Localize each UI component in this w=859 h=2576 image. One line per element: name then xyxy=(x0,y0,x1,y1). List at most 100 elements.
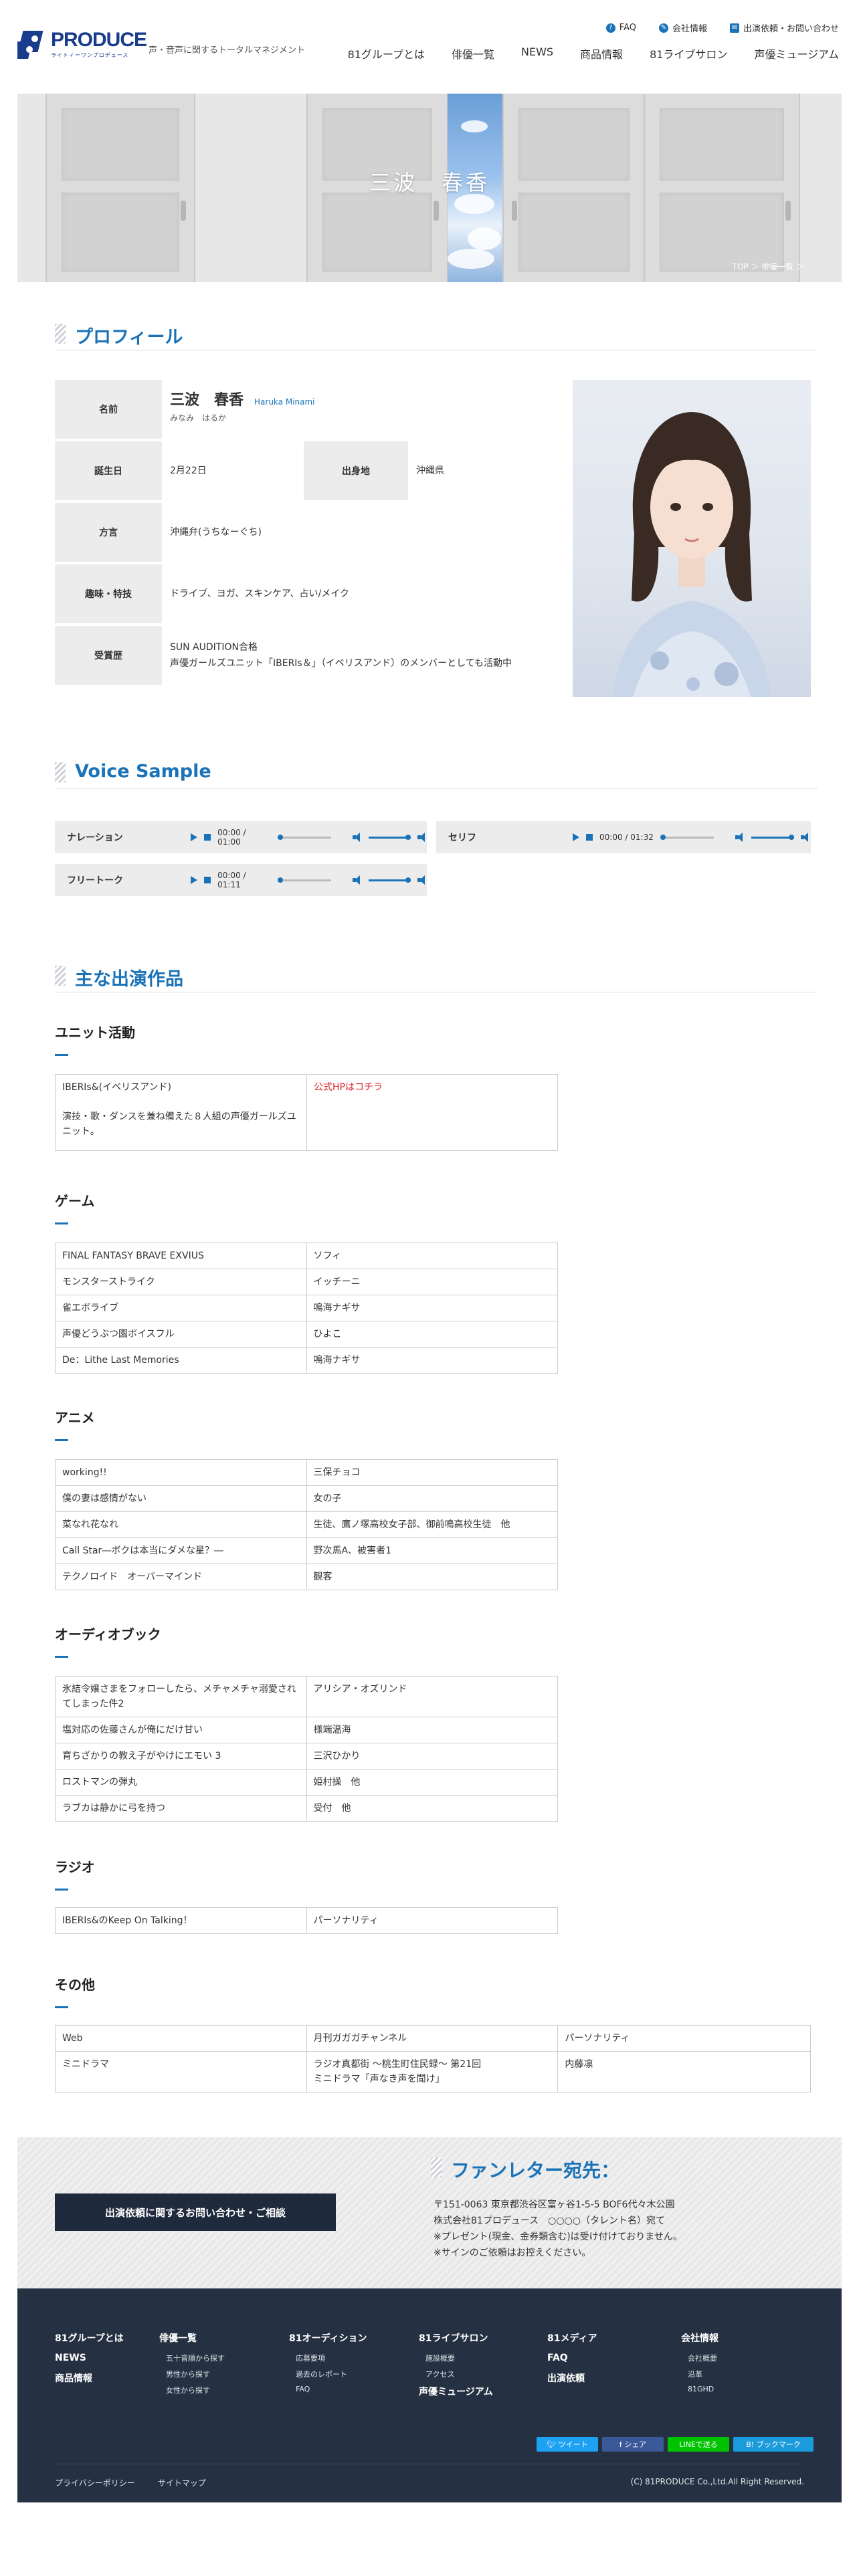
footer-sub-link[interactable]: 男性から探す xyxy=(166,2369,225,2379)
speaker-max-icon[interactable] xyxy=(417,875,427,885)
question-icon: ? xyxy=(605,23,615,33)
bookmark-button[interactable]: B! ブックマーク xyxy=(733,2437,814,2452)
utility-nav: ? FAQ ✎ 会社情報 ✉ 出演依頼・お問い合わせ xyxy=(605,21,839,34)
site-logo[interactable]: PRODUCE ライトィーワンプロデュース xyxy=(12,27,147,62)
footer-sub-link[interactable]: 過去のレポート xyxy=(296,2369,367,2379)
play-icon[interactable] xyxy=(191,833,198,841)
table-row: 氷結令嬢さまをフォローしたら、メチャメチャ溺愛されてしまった件2 アリシア・オズリ… xyxy=(55,1676,558,1717)
contact-section: 出演依頼に関するお問い合わせ・ご相談 ファンレター宛先： 〒151-0063 東… xyxy=(17,2137,842,2288)
volume-slider[interactable] xyxy=(368,834,411,840)
footer-col-head[interactable]: 81オーディション xyxy=(289,2331,367,2345)
table-row: ラブカは静かに弓を持つ 受付 他 xyxy=(55,1795,558,1822)
actor-name-roman: Haruka Minami xyxy=(254,397,315,407)
game-cell: 雀エボライブ xyxy=(55,1295,307,1321)
footer-sub-link[interactable]: 施設概要 xyxy=(425,2353,493,2363)
speaker-icon[interactable] xyxy=(352,833,362,842)
nav-products[interactable]: 商品情報 xyxy=(580,45,623,62)
privacy-link[interactable]: プライバシーポリシー xyxy=(55,2477,135,2488)
footer-sub-link[interactable]: 81GHD xyxy=(688,2385,719,2393)
util-contact[interactable]: ✉ 出演依頼・お問い合わせ xyxy=(729,21,839,34)
audio-cell: 三沢ひかり xyxy=(306,1743,558,1769)
line-share-button[interactable]: LINEで送る xyxy=(668,2437,729,2452)
audiobook-table: 氷結令嬢さまをフォローしたら、メチャメチャ溺愛されてしまった件2 アリシア・オズリ… xyxy=(55,1676,558,1822)
footer-sub-link[interactable]: FAQ xyxy=(296,2385,367,2393)
footer-col-head[interactable]: NEWS xyxy=(55,2353,124,2363)
footer-sub-link[interactable]: アクセス xyxy=(425,2369,493,2379)
util-faq-label: FAQ xyxy=(619,23,636,33)
footer-col-head[interactable]: 会社情報 xyxy=(681,2331,719,2345)
audio-cell: 育ちざかりの教え子がやけにエモい 3 xyxy=(55,1743,307,1769)
footer-sub-link[interactable]: 会社概要 xyxy=(688,2353,719,2363)
birthday-label: 誕生日 xyxy=(55,441,162,500)
award-line-2: 声優ガールズユニット「IBERIs＆」（イベリスアンド）のメンバーとしても活動中 xyxy=(170,658,512,669)
play-icon[interactable] xyxy=(191,876,198,884)
footer-col-head[interactable]: 81グループとは xyxy=(55,2331,124,2345)
play-icon[interactable] xyxy=(573,833,579,841)
speaker-icon[interactable] xyxy=(352,875,362,885)
speaker-max-icon[interactable] xyxy=(800,833,810,842)
table-row: IBERIs&のKeep On Talking！ パーソナリティ xyxy=(55,1907,559,1934)
heading-mark-icon xyxy=(55,762,66,782)
util-faq[interactable]: ? FAQ xyxy=(605,21,636,34)
footer-col-head[interactable]: 出演依頼 xyxy=(547,2371,597,2385)
stop-icon[interactable] xyxy=(204,877,211,883)
speaker-icon[interactable] xyxy=(735,833,745,842)
footer-col-head[interactable]: 81ライブサロン xyxy=(419,2331,493,2345)
page: PRODUCE ライトィーワンプロデュース 声・音声に関するトータルマネジメント… xyxy=(0,0,859,2576)
footer-col-head[interactable]: 声優ミュージアム xyxy=(419,2385,493,2398)
radio-heading: ラジオ xyxy=(55,1859,95,1875)
nav-live-salon[interactable]: 81ライブサロン xyxy=(650,45,727,62)
unit-official-link[interactable]: 公式HPはコチラ xyxy=(314,1082,383,1093)
fanletter-line: ※サインのご依頼はお控えください。 xyxy=(434,2248,591,2258)
stop-icon[interactable] xyxy=(204,834,211,841)
footer-sub-link[interactable]: 応募要項 xyxy=(296,2353,367,2363)
contact-button[interactable]: 出演依頼に関するお問い合わせ・ご相談 xyxy=(55,2193,336,2231)
footer-sub-link[interactable]: 五十音順から探す xyxy=(166,2353,225,2363)
footer-sub-link[interactable]: 沿革 xyxy=(688,2369,719,2379)
util-company[interactable]: ✎ 会社情報 xyxy=(658,21,707,34)
radio-cell: IBERIs&のKeep On Talking！ xyxy=(55,1907,307,1934)
footer-col: 81オーディション応募要項過去のレポート FAQ xyxy=(289,2331,367,2399)
birthplace-label: 出身地 xyxy=(304,441,408,500)
nav-actors[interactable]: 俳優一覧 xyxy=(452,45,494,62)
game-table: FINAL FANTASY BRAVE EXVIUS ソフィ モンスターストライクイ… xyxy=(55,1243,559,1374)
profile-row-name: 名前 三波 春香 Haruka Minami みなみ はるか xyxy=(55,380,563,439)
voice-label: ナレーション xyxy=(67,833,123,843)
volume-slider[interactable] xyxy=(751,834,794,840)
audiobook-heading: オーディオブック xyxy=(55,1626,161,1642)
stop-icon[interactable] xyxy=(586,834,593,841)
nav-museum[interactable]: 声優ミュージアム xyxy=(754,45,839,62)
footer-col-head[interactable]: 商品情報 xyxy=(55,2371,124,2385)
sitemap-link[interactable]: サイトマップ xyxy=(158,2477,206,2488)
seek-slider[interactable] xyxy=(278,877,331,883)
speaker-max-icon[interactable] xyxy=(417,833,427,842)
tagline: 声・音声に関するトータルマネジメント xyxy=(149,45,306,56)
logo-word: PRODUCE xyxy=(51,28,147,51)
seek-slider[interactable] xyxy=(278,834,331,840)
tweet-button[interactable]: 🐦︎ ツイート xyxy=(537,2437,598,2452)
dialect-label: 方言 xyxy=(55,503,162,562)
seek-slider[interactable] xyxy=(660,834,714,840)
footer-col-head[interactable]: 俳優一覧 xyxy=(159,2331,225,2345)
footer-col-head[interactable]: FAQ xyxy=(547,2353,597,2363)
heading-underline xyxy=(55,1054,68,1056)
facebook-share-button[interactable]: f シェア xyxy=(602,2437,664,2452)
table-row: working!! 三保チョコ xyxy=(55,1459,559,1486)
profile-row-birth: 誕生日 2月22日 出身地 沖縄県 xyxy=(55,441,563,500)
birthplace-value: 沖縄県 xyxy=(416,465,444,476)
nav-news[interactable]: NEWS xyxy=(521,45,553,62)
breadcrumb[interactable]: TOP ＞ 俳優一覧 ＞ xyxy=(733,261,804,272)
util-company-label: 会社情報 xyxy=(672,24,707,34)
nav-about[interactable]: 81グループとは xyxy=(348,45,425,62)
hero-title: 三波 春香 xyxy=(369,170,490,195)
actor-name: 三波 春香 xyxy=(170,392,244,409)
footer-sub-link[interactable]: 女性から探す xyxy=(166,2385,225,2395)
voice-player-narration: ナレーション 00:00 / 01:00 xyxy=(55,821,427,853)
heading-underline xyxy=(55,1439,68,1441)
profile-title: プロフィール xyxy=(75,327,183,348)
footer-col-head[interactable]: 81メディア xyxy=(547,2331,597,2345)
footer-col: 俳優一覧五十音順から探す 男性から探す 女性から探す xyxy=(159,2331,225,2401)
volume-slider[interactable] xyxy=(368,877,411,883)
anime-cell: 生徒、鷹ノ塚高校女子部、御前鳴高校生徒 他 xyxy=(306,1511,559,1538)
radio-cell: パーソナリティ xyxy=(306,1907,559,1934)
